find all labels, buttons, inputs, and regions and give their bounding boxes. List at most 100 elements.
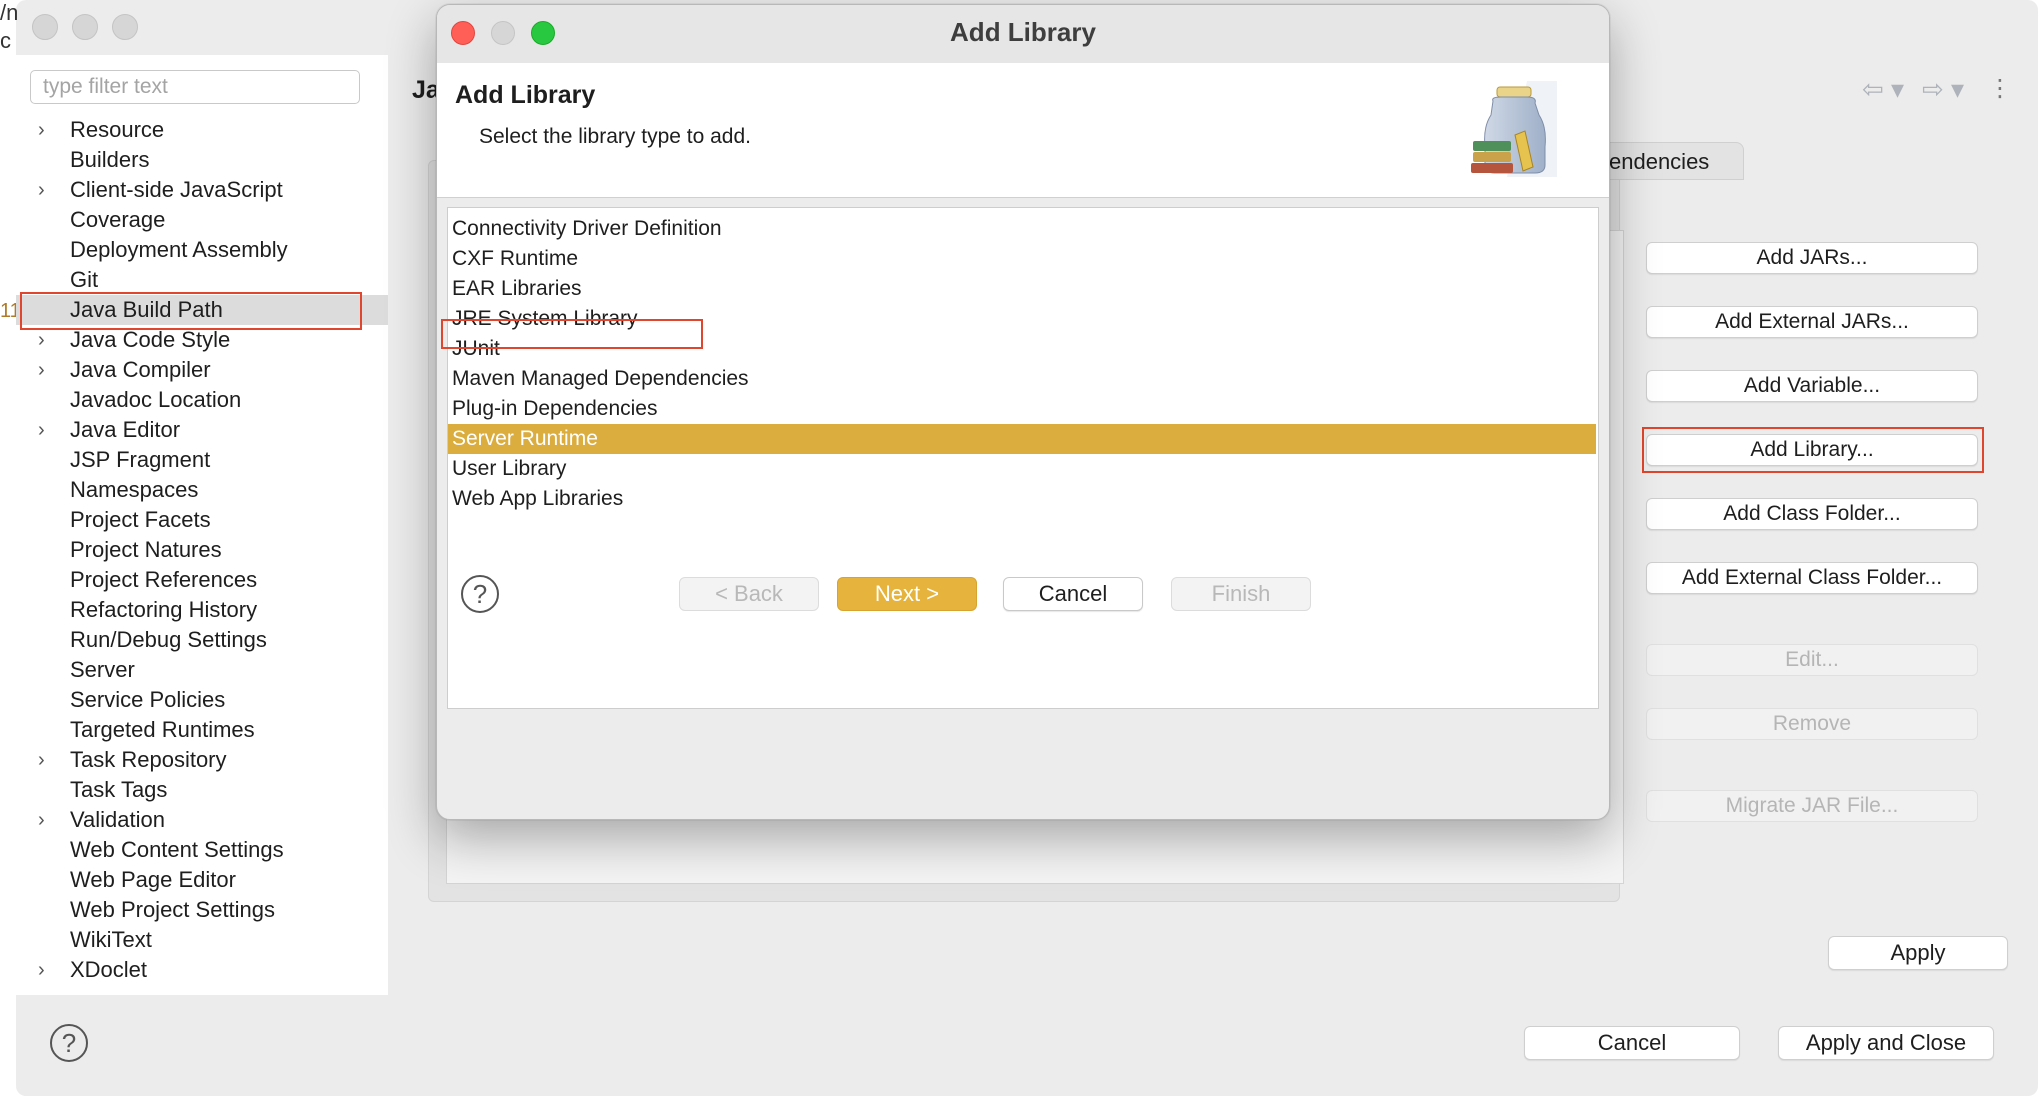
zoom-window-button[interactable] — [112, 14, 138, 40]
library-type-label: Maven Managed Dependencies — [452, 367, 749, 390]
library-type-item[interactable]: Server Runtime — [448, 424, 1596, 454]
sidebar-item[interactable]: › Java Compiler — [16, 355, 388, 385]
chevron-right-icon[interactable]: › — [38, 805, 58, 835]
sidebar-item[interactable]: › Resource — [16, 115, 388, 145]
build-path-button[interactable]: Add JARs... — [1646, 242, 1978, 274]
sidebar-item[interactable]: › Validation — [16, 805, 388, 835]
library-type-label: Web App Libraries — [452, 487, 624, 510]
sidebar-item[interactable]: Git — [16, 265, 388, 295]
dialog-cancel-button[interactable]: Cancel — [1003, 577, 1143, 611]
sidebar-item-label: Targeted Runtimes — [70, 717, 255, 742]
dialog-help-icon[interactable]: ? — [461, 575, 499, 613]
finish-button[interactable]: Finish — [1171, 577, 1311, 611]
menu-icon[interactable]: ⋮ — [1988, 74, 2012, 103]
library-type-label: EAR Libraries — [452, 277, 582, 300]
sidebar-item[interactable]: › XDoclet — [16, 955, 388, 985]
sidebar-item[interactable]: Targeted Runtimes — [16, 715, 388, 745]
sidebar-item-label: Project References — [70, 567, 258, 592]
library-type-label: Connectivity Driver Definition — [452, 217, 722, 240]
help-icon[interactable]: ? — [50, 1024, 88, 1062]
sidebar-item[interactable]: › Java Editor — [16, 415, 388, 445]
sidebar-item[interactable]: › Task Repository — [16, 745, 388, 775]
chevron-right-icon[interactable]: › — [38, 415, 58, 445]
chevron-right-icon[interactable]: › — [38, 355, 58, 385]
library-type-label: Server Runtime — [452, 427, 598, 450]
sidebar-item-label: Web Project Settings — [70, 897, 276, 922]
build-path-button[interactable]: Add External Class Folder... — [1646, 562, 1978, 594]
apply-and-close-button[interactable]: Apply and Close — [1778, 1026, 1994, 1060]
sidebar-item[interactable]: Project References — [16, 565, 388, 595]
sidebar-item[interactable]: Server — [16, 655, 388, 685]
sidebar-item-label: Builders — [70, 147, 150, 172]
sidebar-item[interactable]: Refactoring History — [16, 595, 388, 625]
library-type-label: Plug-in Dependencies — [452, 397, 658, 420]
sidebar-item[interactable]: WikiText — [16, 925, 388, 955]
build-path-button[interactable]: Remove — [1646, 708, 1978, 740]
library-type-item[interactable]: Connectivity Driver Definition — [448, 214, 1598, 244]
sidebar-item-label: Run/Debug Settings — [70, 627, 267, 652]
sidebar-item-label: JSP Fragment — [70, 447, 211, 472]
sidebar-item-label: Web Page Editor — [70, 867, 236, 892]
highlight-server-runtime — [441, 319, 703, 349]
sidebar-item[interactable]: Web Project Settings — [16, 895, 388, 925]
sidebar-item[interactable]: Service Policies — [16, 685, 388, 715]
sidebar-item-label: Project Facets — [70, 507, 211, 532]
sidebar-item[interactable]: Task Tags — [16, 775, 388, 805]
sidebar-item[interactable]: › Client-side JavaScript — [16, 175, 388, 205]
sidebar-item-label: Project Natures — [70, 537, 222, 562]
library-type-list[interactable]: Connectivity Driver Definition CXF Runtim… — [447, 207, 1599, 709]
sidebar-item-label: Service Policies — [70, 687, 226, 712]
library-type-item[interactable]: EAR Libraries — [448, 274, 1598, 304]
dialog-header-title: Add Library — [455, 81, 596, 109]
chevron-right-icon[interactable]: › — [38, 745, 58, 775]
library-type-item[interactable]: CXF Runtime — [448, 244, 1598, 274]
sidebar-item-label: Git — [70, 267, 99, 292]
forward-nav-icon[interactable]: ⇨ ▾ — [1922, 74, 1964, 105]
highlight-add-library — [1642, 427, 1984, 473]
sidebar-item[interactable]: Web Page Editor — [16, 865, 388, 895]
library-type-item[interactable]: Plug-in Dependencies — [448, 394, 1598, 424]
back-nav-icon[interactable]: ⇦ ▾ — [1862, 74, 1904, 105]
background-text-fragment: /n — [0, 0, 19, 25]
sidebar-item[interactable]: Coverage — [16, 205, 388, 235]
library-type-item[interactable]: Web App Libraries — [448, 484, 1598, 514]
chevron-right-icon[interactable]: › — [38, 115, 58, 145]
cancel-button[interactable]: Cancel — [1524, 1026, 1740, 1060]
sidebar-item-label: Deployment Assembly — [70, 237, 288, 262]
dialog-header-subtitle: Select the library type to add. — [479, 125, 751, 148]
sidebar-item[interactable]: Builders — [16, 145, 388, 175]
sidebar-item[interactable]: Namespaces — [16, 475, 388, 505]
build-path-button[interactable]: Add Class Folder... — [1646, 498, 1978, 530]
library-type-item[interactable]: User Library — [448, 454, 1598, 484]
sidebar-item[interactable]: Run/Debug Settings — [16, 625, 388, 655]
apply-button[interactable]: Apply — [1828, 936, 2008, 970]
sidebar-item-label: Resource — [70, 117, 165, 142]
sidebar-item[interactable]: Project Natures — [16, 535, 388, 565]
library-type-item[interactable]: Maven Managed Dependencies — [448, 364, 1598, 394]
back-button[interactable]: < Back — [679, 577, 819, 611]
sidebar-item-label: Server — [70, 657, 135, 682]
build-path-button[interactable]: Add External JARs... — [1646, 306, 1978, 338]
dialog-window-title: Add Library — [950, 17, 1096, 47]
sidebar-item-label: Javadoc Location — [70, 387, 242, 412]
close-window-button[interactable] — [32, 14, 58, 40]
chevron-right-icon[interactable]: › — [38, 955, 58, 985]
sidebar-item-label: Refactoring History — [70, 597, 258, 622]
filter-input[interactable] — [30, 70, 360, 104]
sidebar-item[interactable]: Deployment Assembly — [16, 235, 388, 265]
build-path-button[interactable]: Migrate JAR File... — [1646, 790, 1978, 822]
chevron-right-icon[interactable]: › — [38, 175, 58, 205]
dialog-titlebar: Add Library — [437, 5, 1609, 63]
sidebar-item-label: Java Editor — [70, 417, 181, 442]
sidebar-item[interactable]: JSP Fragment — [16, 445, 388, 475]
next-button[interactable]: Next > — [837, 577, 977, 611]
sidebar-item-label: Namespaces — [70, 477, 199, 502]
build-path-button[interactable]: Add Variable... — [1646, 370, 1978, 402]
sidebar-item[interactable]: Web Content Settings — [16, 835, 388, 865]
sidebar-item[interactable]: Project Facets — [16, 505, 388, 535]
build-path-button[interactable]: Edit... — [1646, 644, 1978, 676]
minimize-window-button[interactable] — [72, 14, 98, 40]
sidebar-item-label: Task Tags — [70, 777, 168, 802]
sidebar-item[interactable]: Javadoc Location — [16, 385, 388, 415]
sidebar-item-label: Web Content Settings — [70, 837, 284, 862]
